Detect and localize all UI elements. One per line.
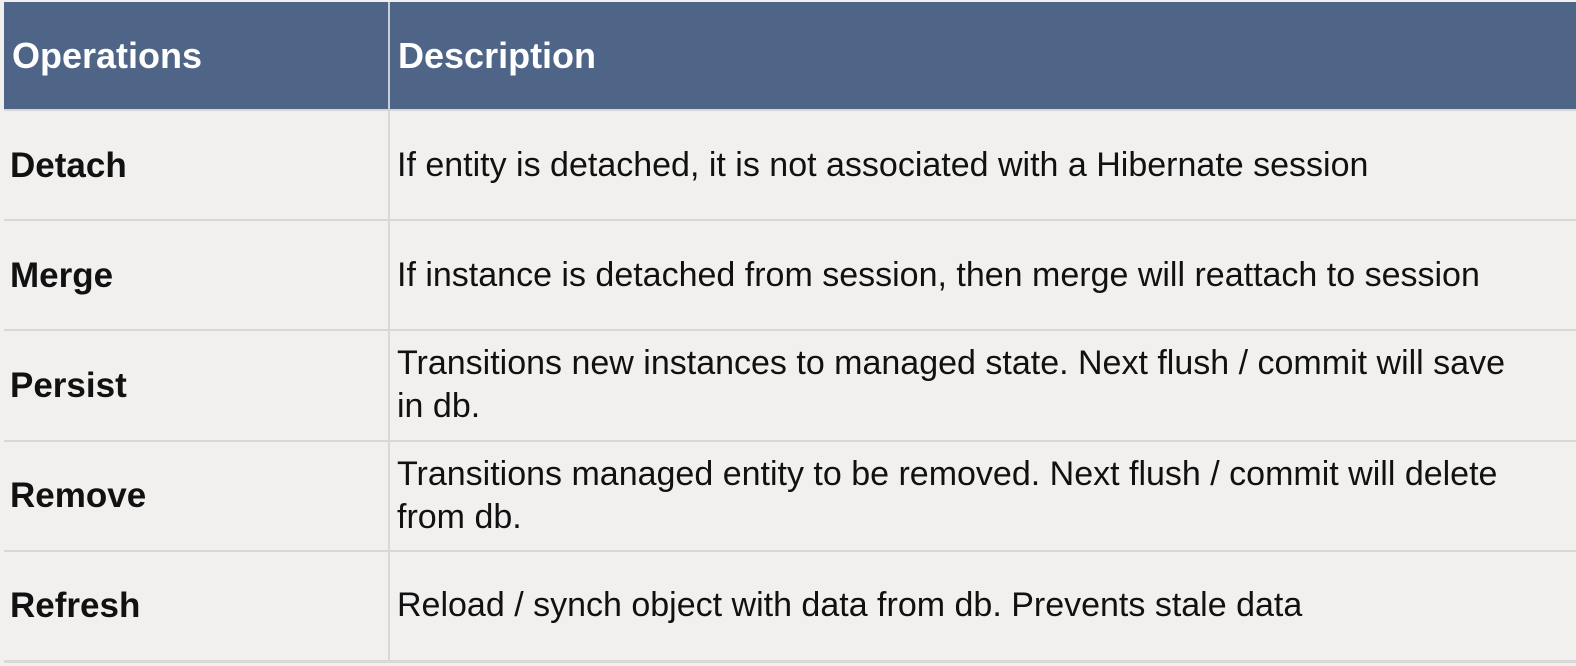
description-cell: Transitions new instances to managed sta… xyxy=(389,329,1576,441)
description-cell: Transitions managed entity to be removed… xyxy=(389,439,1576,551)
table-row: Persist Transitions new instances to man… xyxy=(4,329,1576,441)
description-cell: If entity is detached, it is not associa… xyxy=(389,108,1576,221)
operation-cell: Detach xyxy=(4,108,390,221)
table-body: Detach If entity is detached, it is not … xyxy=(4,108,1576,663)
description-cell: If instance is detached from session, th… xyxy=(389,219,1576,331)
operation-cell: Persist xyxy=(4,329,390,441)
table-header: Operations Description xyxy=(4,2,1576,110)
table-row: Merge If instance is detached from sessi… xyxy=(4,219,1576,331)
header-operations: Operations xyxy=(4,2,390,110)
table-row: Refresh Reload / synch object with data … xyxy=(4,549,1576,663)
operations-table: Operations Description Detach If entity … xyxy=(4,2,1576,663)
table-row: Detach If entity is detached, it is not … xyxy=(4,108,1576,221)
table-row: Remove Transitions managed entity to be … xyxy=(4,439,1576,551)
header-row: Operations Description xyxy=(4,2,1576,110)
description-cell: Reload / synch object with data from db.… xyxy=(389,549,1576,663)
operation-cell: Merge xyxy=(4,219,390,331)
operation-cell: Refresh xyxy=(4,549,390,663)
header-description: Description xyxy=(389,2,1576,110)
operation-cell: Remove xyxy=(4,439,390,551)
